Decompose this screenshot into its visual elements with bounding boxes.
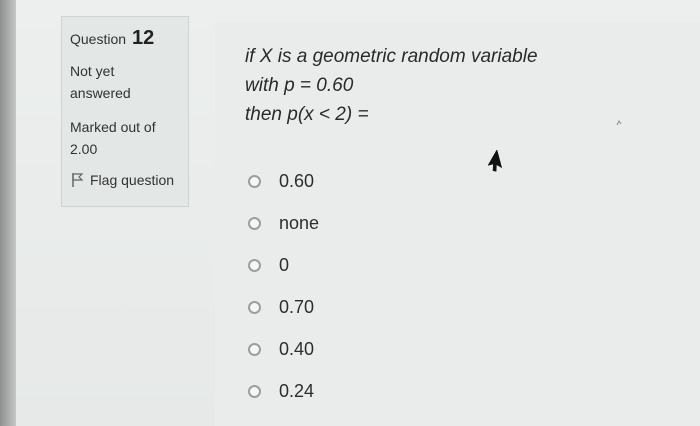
answer-option[interactable]: 0.24 (248, 370, 319, 412)
question-state: Not yet answered (70, 63, 131, 101)
radio-icon[interactable] (248, 384, 261, 398)
flag-question-label: Flag question (90, 172, 175, 188)
question-text: if X is a geometric random variable with… (245, 42, 538, 129)
question-line-1: if X is a geometric random variable (245, 46, 538, 67)
answer-label: 0.70 (279, 296, 315, 317)
flag-question-link[interactable]: Flag question (70, 172, 180, 188)
radio-icon[interactable] (248, 174, 261, 188)
question-number: 12 (132, 27, 155, 49)
question-line-2: with p = 0.60 (245, 75, 354, 96)
answer-label: 0.24 (279, 380, 315, 401)
question-word: Question (70, 31, 127, 47)
answer-option[interactable]: 0.40 (248, 328, 319, 370)
answer-option[interactable]: 0 (248, 244, 319, 286)
radio-icon[interactable] (248, 216, 261, 230)
answer-label: 0.60 (279, 170, 315, 191)
answer-label: none (279, 212, 320, 233)
mouse-pointer-icon (488, 150, 503, 172)
radio-icon[interactable] (248, 342, 261, 356)
answer-label: 0.40 (279, 338, 315, 359)
answer-option[interactable]: 0.70 (248, 286, 319, 328)
radio-icon[interactable] (248, 300, 261, 314)
flag-icon (72, 173, 84, 187)
answer-option[interactable]: none (248, 202, 319, 244)
answer-option[interactable]: 0.60 (248, 160, 319, 202)
screen-edge (0, 0, 16, 426)
radio-icon[interactable] (248, 258, 261, 272)
question-header: Question 12 (70, 27, 180, 50)
answer-label: 0 (279, 254, 290, 275)
question-info-card: Question 12 Not yet answered Marked out … (61, 16, 189, 207)
screen-speck (616, 120, 622, 126)
answer-options: 0.60 none 0 0.70 0.40 0.24 (248, 160, 319, 412)
question-line-3: then p(x < 2) = (245, 104, 369, 125)
question-marks: Marked out of 2.00 (70, 119, 156, 157)
